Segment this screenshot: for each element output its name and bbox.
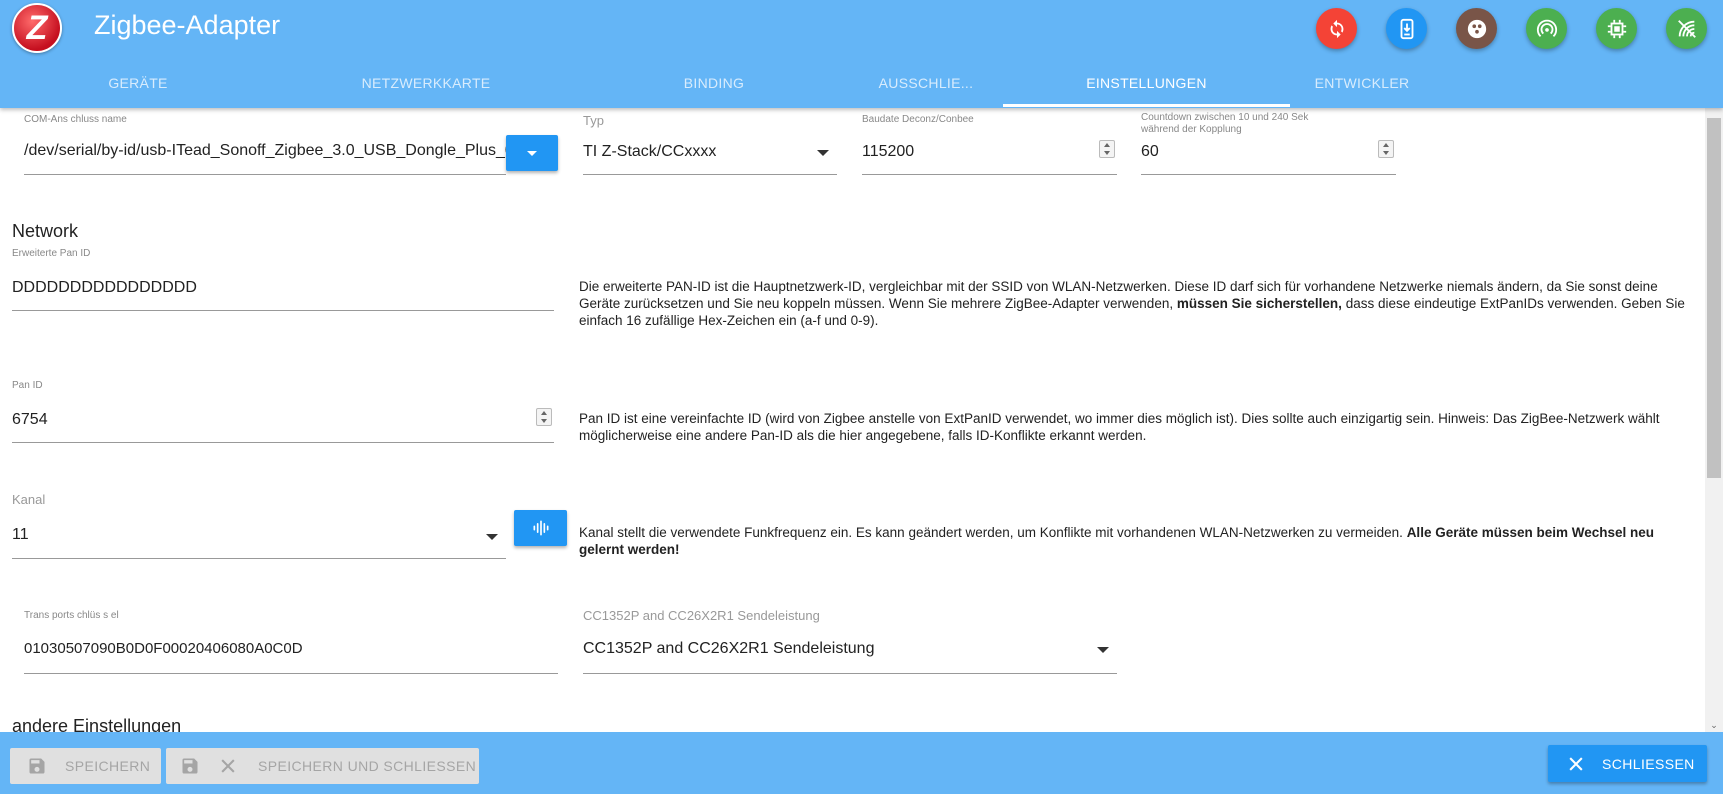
app-title: Zigbee-Adapter (94, 10, 281, 40)
transport-key-field: Trans ports chlüs s el 01030507090B0D0F0… (24, 610, 558, 680)
countdown-label: Countdown zwischen 10 und 240 Sek (1141, 112, 1309, 123)
caret-down-icon (817, 150, 829, 156)
caret-down-icon (486, 534, 498, 540)
com-port-input[interactable]: /dev/serial/by-id/usb-ITead_Sonoff_Zigbe… (24, 142, 506, 160)
wifi-signal-icon (1536, 19, 1557, 37)
download-icon (1400, 18, 1413, 39)
caret-down-icon (1097, 647, 1109, 653)
tab-einstellungen[interactable]: EINSTELLUNGEN (1003, 66, 1290, 108)
tab-geraete[interactable]: GERÄTE (0, 66, 276, 108)
pan-id-label: Pan ID (12, 380, 43, 391)
baudrate-input[interactable]: 115200 (862, 143, 914, 161)
transport-key-underline (24, 673, 558, 674)
pan-id-underline (12, 442, 554, 443)
pairing-icon (1467, 19, 1486, 38)
baudrate-field: Baudate Deconz/Conbee 115200 (862, 108, 1117, 176)
signal-broken-icon (1677, 19, 1696, 38)
tab-entwickler[interactable]: ENTWICKLER (1290, 66, 1434, 108)
tab-binding[interactable]: BINDING (576, 66, 852, 108)
tab-ausschliessen[interactable]: AUSSCHLIE... (852, 66, 1000, 108)
tx-power-label: CC1352P and CC26X2R1 Sendeleistung (583, 608, 820, 623)
channel-underline (12, 558, 506, 559)
type-underline (583, 174, 837, 175)
save-and-close-button[interactable]: SPEICHERN UND SCHLIESSEN (166, 748, 479, 784)
countdown-field: Countdown zwischen 10 und 240 Sek währen… (1141, 108, 1396, 176)
chip-button[interactable] (1596, 8, 1637, 49)
com-port-underline (24, 174, 506, 175)
countdown-underline (1141, 174, 1396, 175)
tx-power-underline (583, 673, 1117, 674)
channel-scan-button[interactable] (514, 510, 567, 546)
save-icon (29, 758, 45, 774)
network-section-title: Network (12, 221, 79, 241)
scan-icon (533, 520, 548, 536)
scroll-down-arrow-icon[interactable]: ⌄ (1708, 720, 1720, 730)
pan-id-description: Pan ID ist eine vereinfachte ID (wird vo… (579, 411, 1660, 443)
channel-description: Kanal stellt die verwendete Funkfrequenz… (579, 525, 1655, 557)
save-icon (182, 758, 198, 774)
tx-power-value: CC1352P and CC26X2R1 Sendeleistung (583, 640, 875, 657)
pairing-button[interactable] (1456, 8, 1497, 49)
tab-netzwerkkarte[interactable]: NETZWERKKARTE (276, 66, 576, 108)
channel-label: Kanal (12, 492, 46, 507)
ext-pan-id-description: Die erweiterte PAN-ID ist die Hauptnetzw… (579, 279, 1685, 328)
save-and-close-label: SPEICHERN UND SCHLIESSEN (258, 758, 477, 774)
com-port-field: COM-Ans chluss name /dev/serial/by-id/us… (24, 108, 506, 176)
type-label: Typ (583, 113, 604, 128)
tab-bar: GERÄTE NETZWERKKARTE BINDING AUSSCHLIE..… (0, 66, 1723, 108)
transport-key-label: Trans ports chlüs s el (24, 610, 119, 621)
logo-letter: Z (26, 9, 48, 47)
save-button[interactable]: SPEICHERN (10, 748, 161, 784)
type-select[interactable]: Typ TI Z-Stack/CCxxxx (583, 108, 837, 176)
pan-id-spinner[interactable] (536, 408, 552, 426)
settings-dialog: Z Zigbee-Adapter GERÄTE NETZWERKKARTE BI… (0, 0, 1723, 794)
com-port-dropdown-button[interactable] (506, 135, 558, 171)
channel-value: 11 (12, 526, 29, 543)
header: Z Zigbee-Adapter GERÄTE NETZWERKKARTE BI… (0, 0, 1723, 108)
content-scrollbar[interactable]: ⌄ (1705, 108, 1723, 732)
transport-key-input[interactable]: 01030507090B0D0F00020406080A0C0D (24, 640, 303, 657)
baudrate-label: Baudate Deconz/Conbee (862, 114, 974, 125)
pan-id-field: Pan ID 6754 (12, 380, 554, 444)
countdown-label-line2: während der Kopplung (1141, 124, 1242, 135)
refresh-icon (1330, 19, 1343, 38)
close-label: SCHLIESSEN (1602, 755, 1695, 772)
close-icon (221, 759, 235, 773)
other-settings-title: andere Einstellungen (12, 716, 182, 732)
close-button[interactable]: SCHLIESSEN (1548, 745, 1707, 782)
close-icon (1569, 756, 1583, 771)
signal-broken-button[interactable] (1666, 8, 1707, 49)
pan-id-input[interactable]: 6754 (12, 411, 48, 429)
channel-select[interactable]: Kanal 11 (12, 492, 506, 560)
zigbee-logo: Z (12, 3, 62, 53)
ext-pan-id-underline (12, 310, 554, 311)
countdown-input[interactable]: 60 (1141, 143, 1159, 161)
countdown-spinner[interactable] (1378, 140, 1394, 158)
refresh-button[interactable] (1316, 8, 1357, 49)
ext-pan-id-field: Erweiterte Pan ID DDDDDDDDDDDDDDDD (12, 248, 554, 312)
save-label: SPEICHERN (65, 758, 151, 774)
download-button[interactable] (1386, 8, 1427, 49)
tx-power-select[interactable]: CC1352P and CC26X2R1 Sendeleistung CC135… (583, 608, 1117, 680)
ext-pan-id-input[interactable]: DDDDDDDDDDDDDDDD (12, 279, 197, 297)
chip-icon (1607, 19, 1626, 38)
settings-content: COM-Ans chluss name /dev/serial/by-id/us… (0, 108, 1705, 732)
baudrate-underline (862, 174, 1117, 175)
caret-down-icon (527, 150, 537, 156)
ext-pan-id-label: Erweiterte Pan ID (12, 248, 91, 259)
active-tab-indicator (1003, 104, 1290, 107)
type-value: TI Z-Stack/CCxxxx (583, 143, 717, 160)
baudrate-spinner[interactable] (1099, 140, 1115, 158)
scrollbar-thumb[interactable] (1707, 118, 1721, 478)
wifi-signal-button[interactable] (1526, 8, 1567, 49)
footer: SPEICHERN SPEICHERN UND SCHLIESSEN SCHLI… (0, 732, 1723, 794)
com-port-label: COM-Ans chluss name (24, 114, 127, 125)
